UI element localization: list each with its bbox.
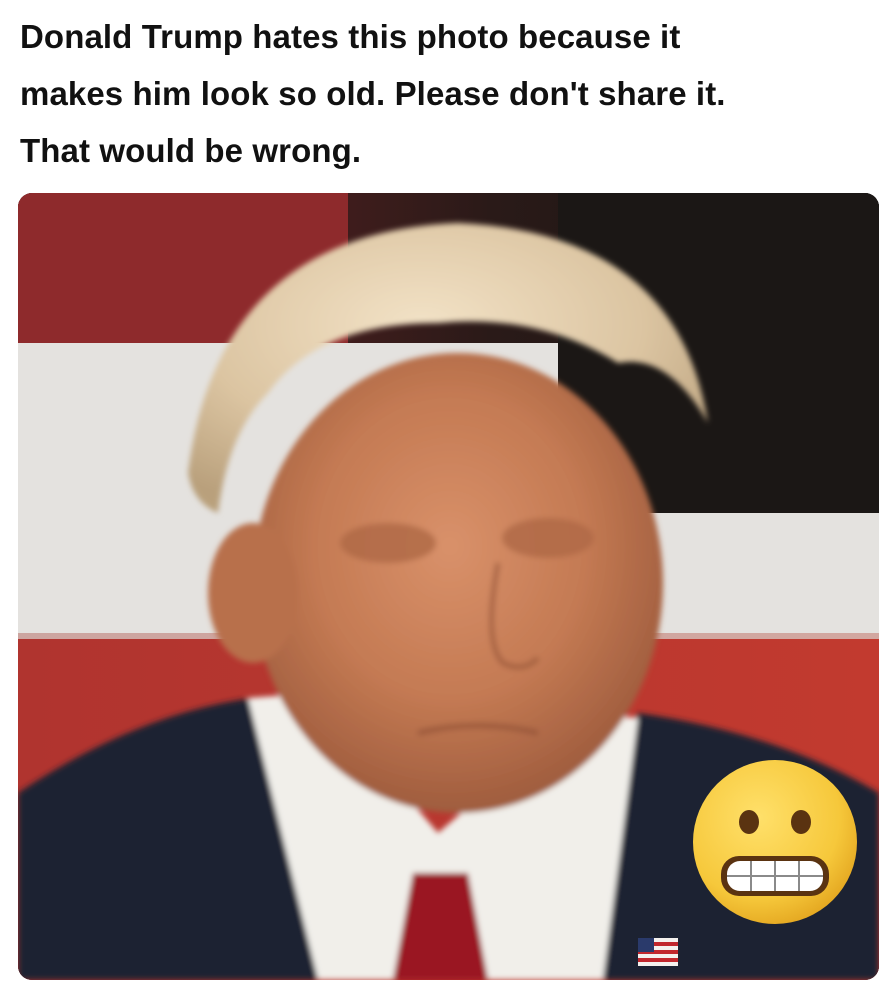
caption-line-1: Donald Trump hates this photo because it [20,18,681,55]
post-photo[interactable] [18,193,879,980]
flag-pin [638,938,678,966]
bottom-strip [0,980,885,1000]
post-caption: Donald Trump hates this photo because it… [20,8,870,179]
caption-line-3: That would be wrong. [20,132,362,169]
portrait-illustration [18,193,879,980]
caption-line-2: makes him look so old. Please don't shar… [20,75,726,112]
grimacing-face-emoji [693,760,857,924]
meme-post: Donald Trump hates this photo because it… [0,0,885,1000]
